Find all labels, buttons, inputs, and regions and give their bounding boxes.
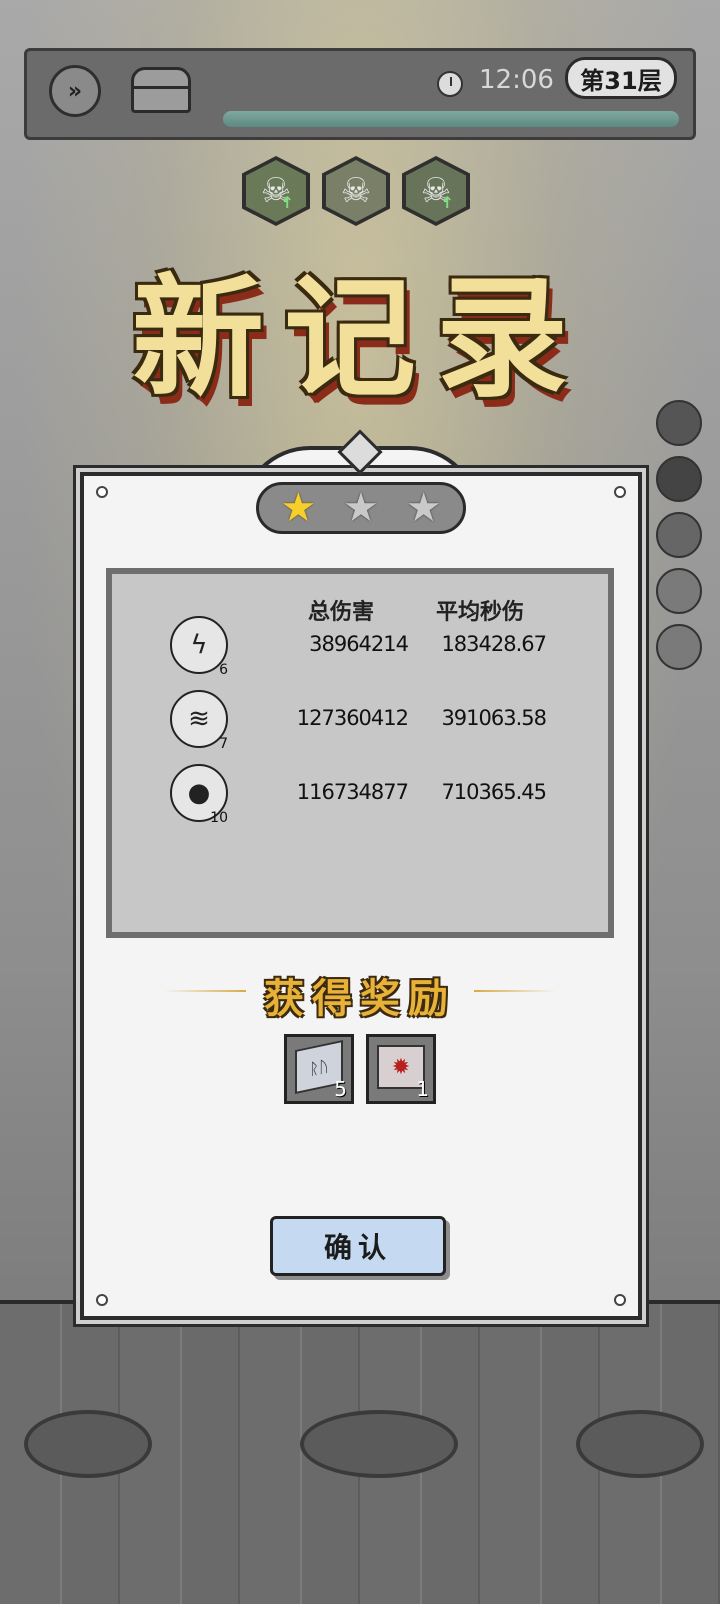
floor-badge: 第31层: [565, 57, 677, 99]
fast-forward-button[interactable]: »: [49, 65, 101, 117]
avg-dps-value: 183428.67: [441, 632, 547, 656]
total-damage-value: 127360412: [296, 706, 409, 730]
star-3: ★: [405, 485, 442, 531]
drill-skill-icon: ≋ 7: [170, 690, 228, 752]
total-damage-value: 116734877: [296, 780, 409, 804]
reward-title: 获得奖励: [264, 975, 456, 1022]
new-record-title: 新记录: [132, 261, 588, 416]
side-skill-drill[interactable]: [656, 512, 702, 558]
side-skill-lightning[interactable]: [656, 400, 702, 446]
spike-pit-left: [24, 1410, 152, 1478]
spike-pit-center: [300, 1410, 458, 1478]
star-1: ★: [280, 485, 317, 531]
star-2: ★: [343, 485, 379, 531]
floor-progress-fill: [223, 111, 679, 127]
table-row: ● 10 116734877 710365.45: [112, 764, 608, 826]
game-time: 12:06: [479, 65, 554, 95]
bomb-skill-icon: ● 10: [170, 764, 228, 826]
reward-item-red-gem-stone[interactable]: ✹ 1: [366, 1034, 436, 1104]
reward-count: 1: [416, 1077, 429, 1101]
star-rating: ★ ★ ★: [256, 482, 466, 534]
lightning-skill-icon: ϟ6: [170, 616, 228, 678]
total-damage-value: 38964214: [309, 632, 409, 656]
table-row: ϟ6 38964214 183428.67: [112, 616, 608, 678]
spike-pit-right: [576, 1410, 704, 1478]
confirm-button[interactable]: 确认: [270, 1216, 446, 1276]
side-skill-bomb[interactable]: [656, 456, 702, 502]
skull-icon: ☠: [340, 171, 372, 211]
fast-forward-icon: »: [67, 78, 83, 104]
top-bar: » 12:06 第31层: [24, 48, 696, 140]
avg-dps-value: 391063.58: [441, 706, 547, 730]
treasure-chest-icon[interactable]: [131, 67, 191, 113]
damage-stats-table: 总伤害 平均秒伤 ϟ6 38964214 183428.67 ≋ 7 127360…: [106, 568, 614, 938]
floor-progress-bar: [223, 111, 679, 127]
avg-dps-value: 710365.45: [441, 780, 547, 804]
reward-item-rune-stone[interactable]: ᚱᚢ 5: [284, 1034, 354, 1104]
reward-count: 5: [334, 1077, 347, 1101]
table-row: ≋ 7 127360412 391063.58: [112, 690, 608, 752]
side-skill-empty-1: [656, 568, 702, 614]
clock-icon: [437, 71, 463, 97]
side-skill-empty-2: [656, 624, 702, 670]
